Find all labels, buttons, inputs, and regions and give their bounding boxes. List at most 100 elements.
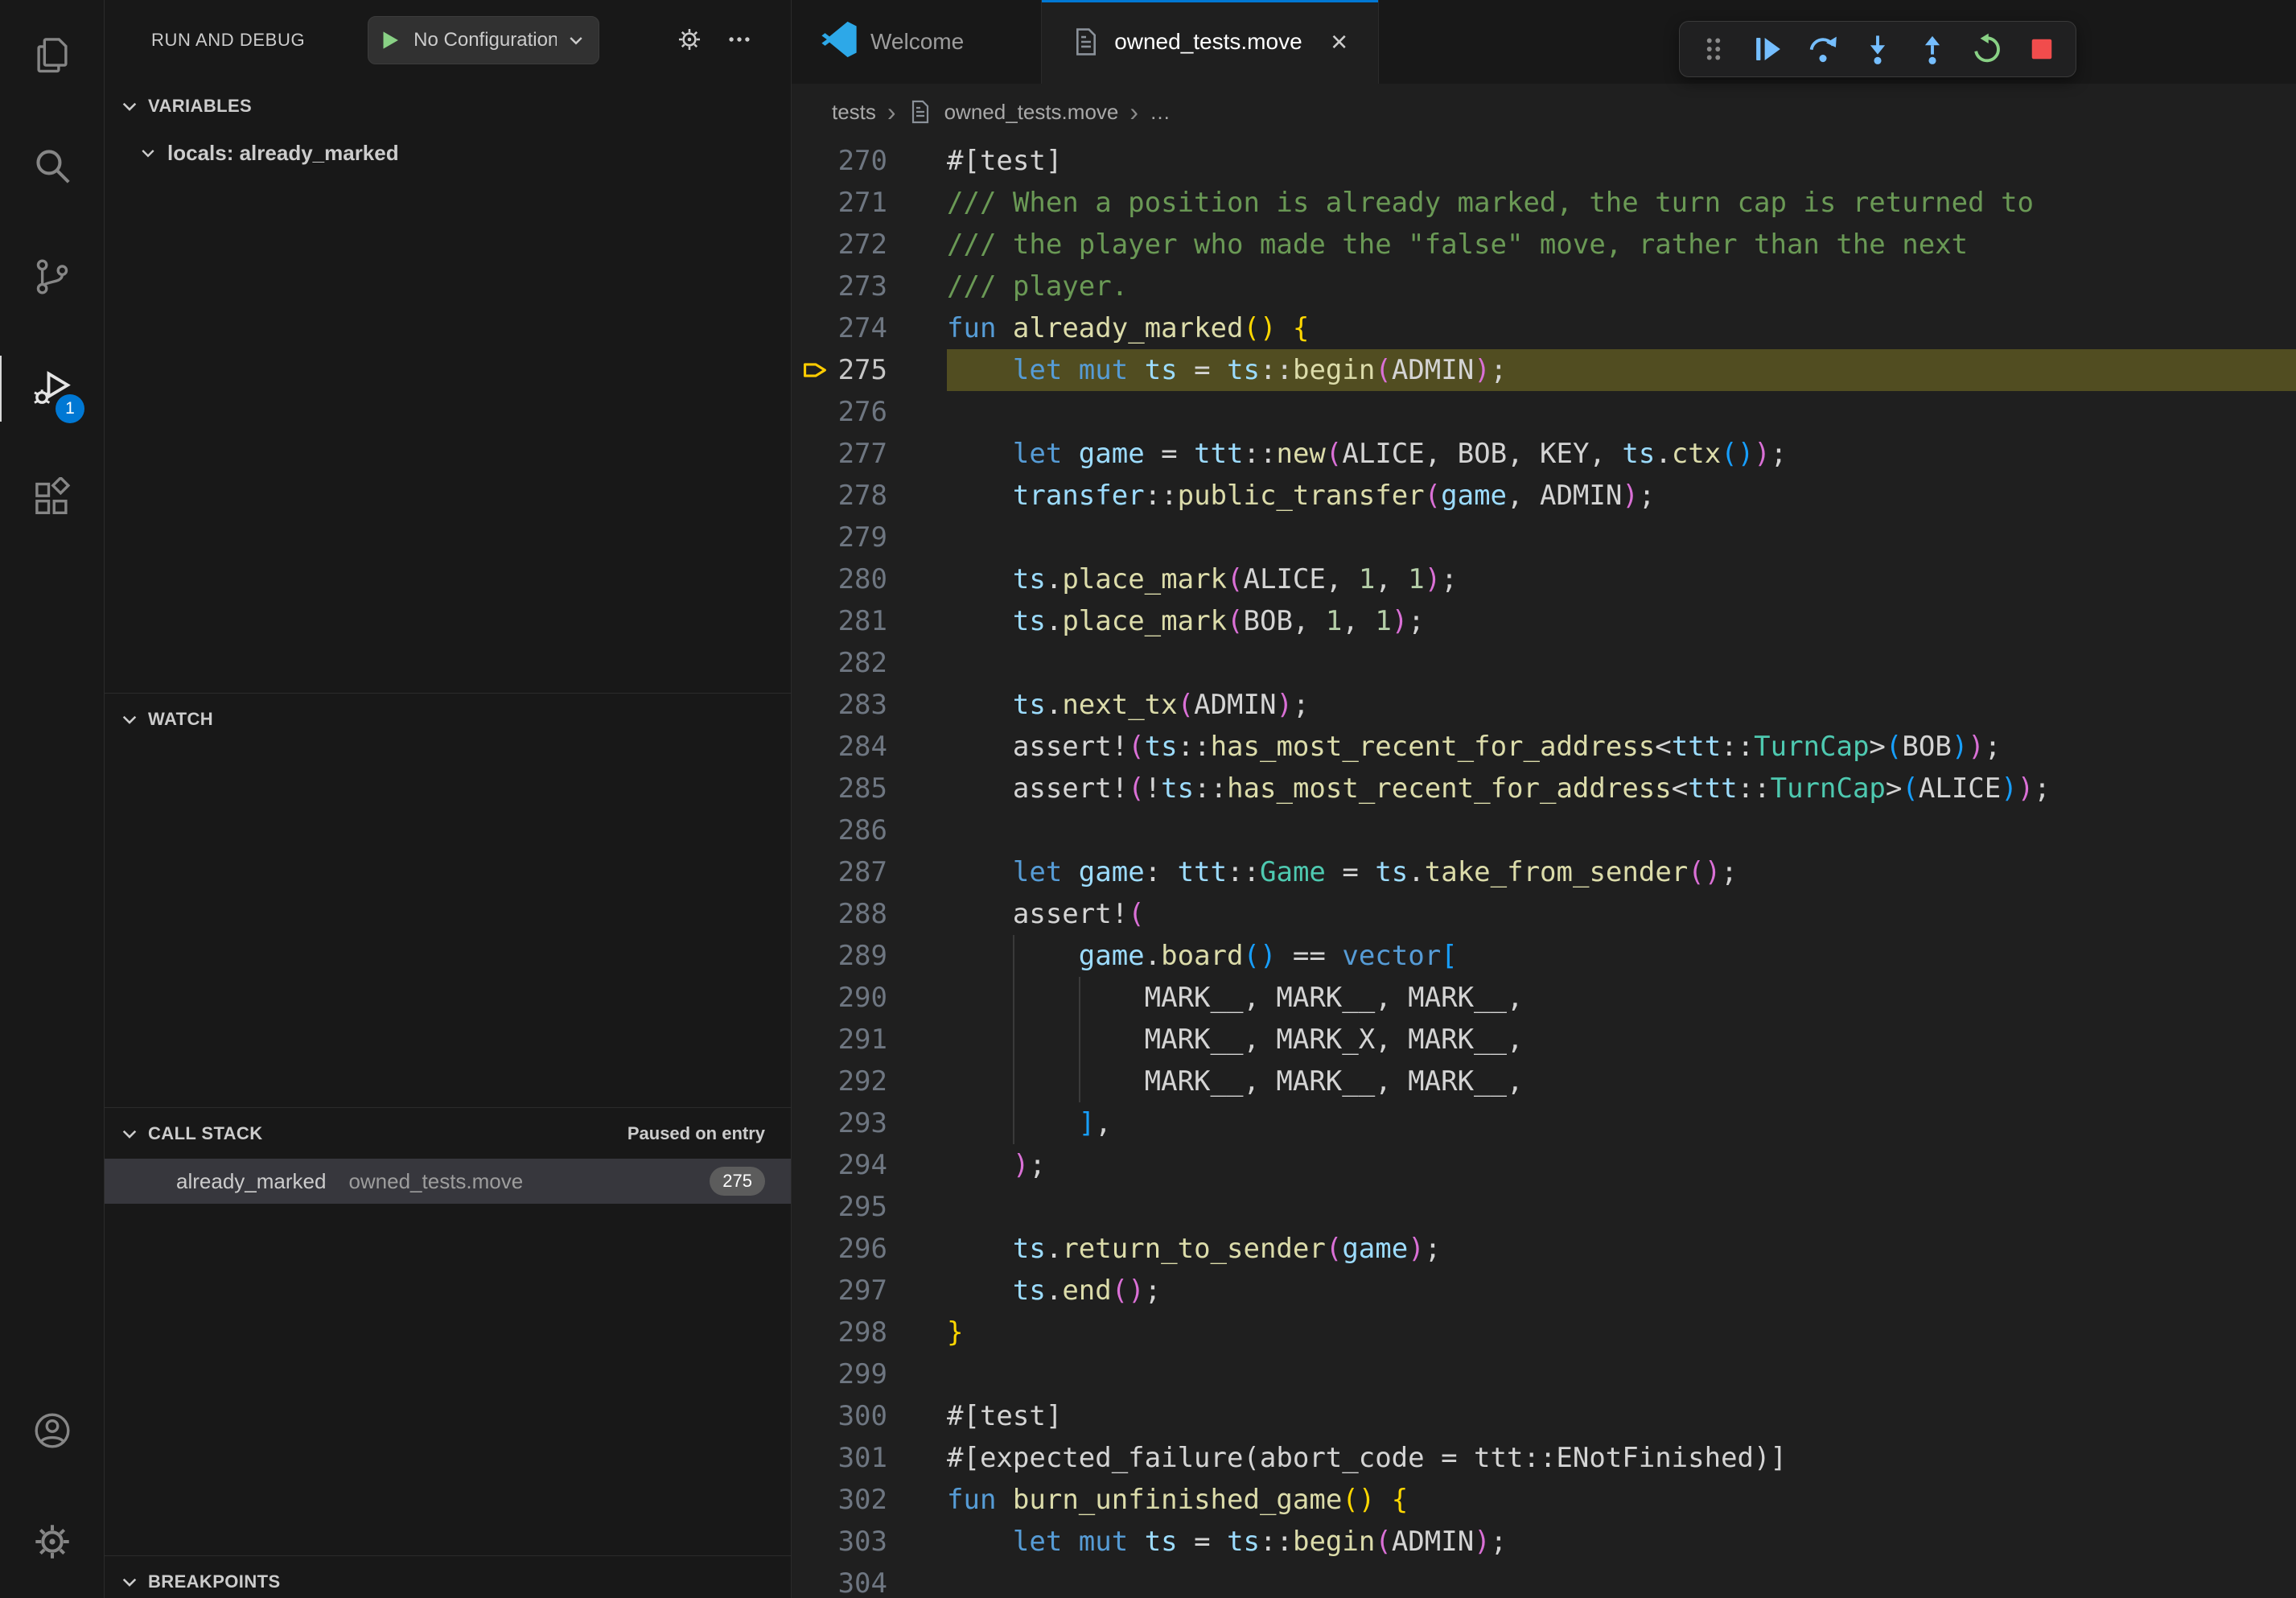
breakpoint-gutter[interactable]	[792, 1061, 836, 1102]
code-line-content[interactable]: let mut ts = ts::begin(ADMIN);	[947, 349, 2296, 391]
code-line-content[interactable]: #[test]	[947, 140, 2296, 182]
code-line-content[interactable]: ts.return_to_sender(game);	[947, 1228, 2296, 1270]
activity-item-search[interactable]	[0, 111, 104, 222]
restart-button[interactable]	[1961, 26, 2013, 72]
code-line-content[interactable]: MARK__, MARK__, MARK__,	[947, 977, 2296, 1019]
code-line-content[interactable]: let game = ttt::new(ALICE, BOB, KEY, ts.…	[947, 433, 2296, 475]
section-watch[interactable]: WATCH	[105, 693, 791, 744]
activity-item-run-debug[interactable]: 1	[0, 333, 104, 444]
code-line-content[interactable]: fun burn_unfinished_game() {	[947, 1479, 2296, 1521]
code-line-content[interactable]: );	[947, 1144, 2296, 1186]
call-stack-frame[interactable]: already_marked owned_tests.move 275	[105, 1159, 791, 1204]
close-icon[interactable]: ×	[1323, 26, 1356, 58]
code-line-content[interactable]: #[test]	[947, 1395, 2296, 1437]
code-line-content[interactable]: assert!(ts::has_most_recent_for_address<…	[947, 726, 2296, 768]
breakpoint-gutter[interactable]	[792, 517, 836, 558]
activity-item-explorer[interactable]	[0, 0, 104, 111]
code-line-content[interactable]	[947, 391, 2296, 433]
breakpoint-gutter[interactable]	[792, 600, 836, 642]
step-over-button[interactable]	[1797, 26, 1849, 72]
code-line-content[interactable]: /// When a position is already marked, t…	[947, 182, 2296, 224]
code-line-content[interactable]	[947, 809, 2296, 851]
tab-owned-tests-move[interactable]: owned_tests.move ×	[1042, 0, 1378, 84]
code-line-content[interactable]	[947, 1563, 2296, 1598]
code-line-content[interactable]: #[expected_failure(abort_code = ttt::ENo…	[947, 1437, 2296, 1479]
step-out-button[interactable]	[1907, 26, 1958, 72]
code-line-content[interactable]: ts.next_tx(ADMIN);	[947, 684, 2296, 726]
start-debug-icon[interactable]	[376, 27, 404, 54]
stop-button[interactable]	[2016, 26, 2068, 72]
activity-item-settings[interactable]	[0, 1487, 104, 1598]
code-line-content[interactable]: ts.end();	[947, 1270, 2296, 1312]
current-stackframe-marker[interactable]	[792, 349, 836, 391]
continue-button[interactable]	[1743, 26, 1794, 72]
breakpoint-gutter[interactable]	[792, 1353, 836, 1395]
code-line-content[interactable]: let game: ttt::Game = ts.take_from_sende…	[947, 851, 2296, 893]
code-line-content[interactable]	[947, 642, 2296, 684]
breadcrumb-file[interactable]: owned_tests.move	[944, 100, 1119, 125]
section-breakpoints[interactable]: BREAKPOINTS	[105, 1555, 791, 1598]
activity-item-source-control[interactable]	[0, 222, 104, 333]
breakpoint-gutter[interactable]	[792, 1186, 836, 1228]
breakpoint-gutter[interactable]	[792, 1395, 836, 1437]
section-variables[interactable]: VARIABLES	[105, 80, 791, 132]
breakpoint-gutter[interactable]	[792, 1437, 836, 1479]
breakpoint-gutter[interactable]	[792, 1102, 836, 1144]
breakpoint-gutter[interactable]	[792, 893, 836, 935]
breakpoint-gutter[interactable]	[792, 768, 836, 809]
debug-gear-button[interactable]	[670, 21, 709, 60]
breakpoint-gutter[interactable]	[792, 475, 836, 517]
config-dropdown[interactable]: No Configurations	[414, 29, 557, 51]
breakpoint-gutter[interactable]	[792, 726, 836, 768]
breakpoint-gutter[interactable]	[792, 391, 836, 433]
breakpoint-gutter[interactable]	[792, 851, 836, 893]
breakpoint-gutter[interactable]	[792, 433, 836, 475]
breakpoint-gutter[interactable]	[792, 140, 836, 182]
activity-item-account[interactable]	[0, 1376, 104, 1487]
breakpoint-gutter[interactable]	[792, 1312, 836, 1353]
breakpoint-gutter[interactable]	[792, 935, 836, 977]
breakpoint-gutter[interactable]	[792, 1228, 836, 1270]
code-line-content[interactable]: MARK__, MARK__, MARK__,	[947, 1061, 2296, 1102]
breakpoint-gutter[interactable]	[792, 977, 836, 1019]
breakpoint-gutter[interactable]	[792, 224, 836, 266]
breakpoint-gutter[interactable]	[792, 558, 836, 600]
code-line-content[interactable]: transfer::public_transfer(game, ADMIN);	[947, 475, 2296, 517]
debug-launch-control[interactable]: No Configurations	[368, 16, 599, 64]
code-line-content[interactable]: let mut ts = ts::begin(ADMIN);	[947, 1521, 2296, 1563]
tab-welcome[interactable]: Welcome	[792, 0, 1042, 84]
breakpoint-gutter[interactable]	[792, 1019, 836, 1061]
code-line-content[interactable]: assert!(	[947, 893, 2296, 935]
breakpoint-gutter[interactable]	[792, 266, 836, 307]
code-line-content[interactable]: fun already_marked() {	[947, 307, 2296, 349]
code-line-content[interactable]: ts.place_mark(ALICE, 1, 1);	[947, 558, 2296, 600]
breakpoint-gutter[interactable]	[792, 1144, 836, 1186]
code-line-content[interactable]: ],	[947, 1102, 2296, 1144]
breakpoint-gutter[interactable]	[792, 642, 836, 684]
code-line-content[interactable]	[947, 1186, 2296, 1228]
code-line-content[interactable]	[947, 1353, 2296, 1395]
breakpoint-gutter[interactable]	[792, 1521, 836, 1563]
code-line-content[interactable]: assert!(!ts::has_most_recent_for_address…	[947, 768, 2296, 809]
code-line-content[interactable]: /// player.	[947, 266, 2296, 307]
toolbar-gripper[interactable]	[1688, 26, 1739, 72]
code-line-content[interactable]: MARK__, MARK_X, MARK__,	[947, 1019, 2296, 1061]
step-into-button[interactable]	[1852, 26, 1903, 72]
breadcrumb-symbol[interactable]: …	[1150, 100, 1171, 125]
breakpoint-gutter[interactable]	[792, 1479, 836, 1521]
code-line-content[interactable]: }	[947, 1312, 2296, 1353]
breakpoint-gutter[interactable]	[792, 809, 836, 851]
section-call-stack[interactable]: CALL STACK Paused on entry	[105, 1107, 791, 1159]
code-editor[interactable]: 270#[test]271/// When a position is alre…	[792, 140, 2296, 1598]
breakpoint-gutter[interactable]	[792, 307, 836, 349]
breadcrumb-folder[interactable]: tests	[832, 100, 876, 125]
variables-scope-locals[interactable]: locals: already_marked	[105, 132, 791, 174]
code-line-content[interactable]: /// the player who made the "false" move…	[947, 224, 2296, 266]
breakpoint-gutter[interactable]	[792, 1270, 836, 1312]
code-line-content[interactable]	[947, 517, 2296, 558]
breakpoint-gutter[interactable]	[792, 1563, 836, 1598]
breakpoint-gutter[interactable]	[792, 182, 836, 224]
code-line-content[interactable]: game.board() == vector[	[947, 935, 2296, 977]
breakpoint-gutter[interactable]	[792, 684, 836, 726]
views-more-actions-button[interactable]	[720, 21, 759, 60]
